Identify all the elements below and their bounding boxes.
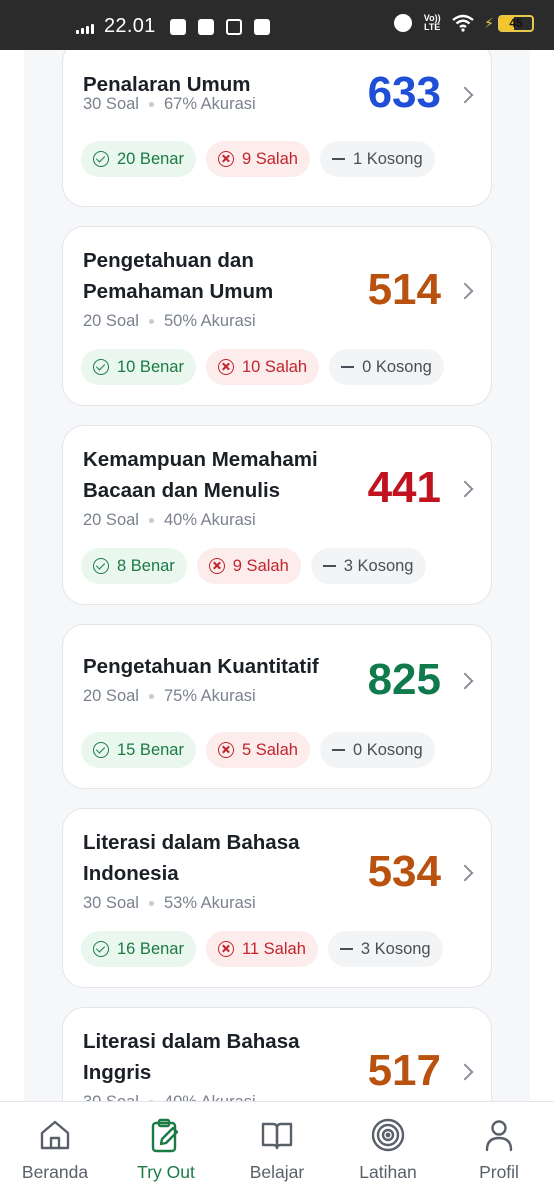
chevron-right-icon[interactable] xyxy=(456,282,474,300)
chevron-right-icon[interactable] xyxy=(456,480,474,498)
dash-icon xyxy=(339,948,353,950)
subtest-score: 825 xyxy=(367,655,441,704)
x-circle-icon xyxy=(208,558,225,574)
check-circle-icon xyxy=(93,359,109,375)
instagram-icon xyxy=(225,18,242,35)
results-list: Penalaran Umum 30 Soal 67% Akurasi 633 2… xyxy=(24,50,530,1101)
nav-belajar[interactable]: Belajar xyxy=(222,1102,332,1200)
gmail-icon xyxy=(169,18,186,35)
x-circle-icon xyxy=(217,151,234,167)
wrong-chip: 9 Salah xyxy=(205,141,310,177)
correct-chip: 16 Benar xyxy=(81,931,196,967)
correct-chip: 8 Benar xyxy=(81,548,187,584)
separator-dot xyxy=(148,319,154,324)
dash-icon xyxy=(322,565,336,567)
wrong-chip: 9 Salah xyxy=(196,548,301,584)
subtest-title: Literasi dalam Bahasa Inggris xyxy=(83,1030,300,1084)
battery-indicator: 45 xyxy=(498,14,534,32)
charging-icon: ⚡ xyxy=(484,14,494,31)
subtest-score: 441 xyxy=(367,463,441,512)
subtest-card[interactable]: Pengetahuan dan Pemahaman Umum 20 Soal 5… xyxy=(62,226,492,406)
user-icon xyxy=(485,1120,513,1152)
subtest-card[interactable]: Literasi dalam Bahasa Indonesia 30 Soal … xyxy=(62,808,492,988)
subtest-card[interactable]: Pengetahuan Kuantitatif 20 Soal 75% Akur… xyxy=(62,624,492,789)
empty-chip: 0 Kosong xyxy=(319,732,435,768)
book-icon xyxy=(261,1122,293,1150)
dash-icon xyxy=(331,749,345,751)
empty-chip: 1 Kosong xyxy=(319,141,435,177)
accuracy: 53% Akurasi xyxy=(163,894,256,912)
subtest-score: 633 xyxy=(367,68,441,117)
subtest-title: Kemampuan Memahami Bacaan dan Menulis xyxy=(83,448,318,502)
bottom-navigation: Beranda Try Out Belajar Latihan Profil xyxy=(0,1101,554,1200)
accuracy: 75% Akurasi xyxy=(163,687,256,705)
check-circle-icon xyxy=(93,742,109,758)
check-circle-icon xyxy=(93,151,109,167)
wrong-chip: 5 Salah xyxy=(205,732,310,768)
clipboard-edit-icon xyxy=(151,1118,179,1153)
separator-dot xyxy=(148,102,154,107)
empty-chip: 3 Kosong xyxy=(310,548,426,584)
chevron-right-icon[interactable] xyxy=(456,1063,474,1081)
separator-dot xyxy=(148,901,154,906)
wifi-icon xyxy=(452,14,474,32)
subtest-score: 514 xyxy=(367,265,441,314)
chevron-right-icon[interactable] xyxy=(456,864,474,882)
signal-icon xyxy=(76,20,94,34)
nav-beranda[interactable]: Beranda xyxy=(0,1102,110,1200)
check-circle-icon xyxy=(93,941,109,957)
question-count: 20 Soal xyxy=(83,687,139,705)
nav-latihan[interactable]: Latihan xyxy=(333,1102,443,1200)
correct-chip: 10 Benar xyxy=(81,349,196,385)
nav-try-out[interactable]: Try Out xyxy=(111,1102,221,1200)
correct-chip: 20 Benar xyxy=(81,141,196,177)
question-count: 30 Soal xyxy=(83,894,139,912)
subtest-card[interactable]: Literasi dalam Bahasa Inggris 30 Soal 40… xyxy=(62,1007,492,1101)
question-count: 30 Soal xyxy=(83,95,139,113)
subtest-card[interactable]: Kemampuan Memahami Bacaan dan Menulis 20… xyxy=(62,425,492,605)
subtest-card[interactable]: Penalaran Umum 30 Soal 67% Akurasi 633 2… xyxy=(62,50,492,207)
empty-chip: 3 Kosong xyxy=(327,931,443,967)
chevron-right-icon[interactable] xyxy=(456,672,474,690)
network-indicator: Vo)) LTE xyxy=(423,13,441,32)
check-circle-icon xyxy=(93,558,109,574)
subtest-score: 517 xyxy=(367,1046,441,1095)
chevron-right-icon[interactable] xyxy=(456,86,474,104)
status-bar: 22.01 Vo)) LTE ⚡ 45 xyxy=(0,0,554,50)
accuracy: 40% Akurasi xyxy=(163,511,256,529)
separator-dot xyxy=(148,518,154,523)
home-icon xyxy=(40,1120,70,1150)
target-icon xyxy=(371,1118,405,1152)
dash-icon xyxy=(331,158,345,160)
x-circle-icon xyxy=(217,359,234,375)
accuracy: 50% Akurasi xyxy=(163,312,256,330)
wrong-chip: 10 Salah xyxy=(205,349,320,385)
subtest-title: Pengetahuan Kuantitatif xyxy=(83,655,319,678)
nav-profil[interactable]: Profil xyxy=(444,1102,554,1200)
alarm-icon xyxy=(394,14,413,32)
subtest-title: Pengetahuan dan Pemahaman Umum xyxy=(83,249,274,303)
status-time: 22.01 xyxy=(104,15,156,37)
subtest-score: 534 xyxy=(367,847,441,896)
question-count: 20 Soal xyxy=(83,312,139,330)
app-icon xyxy=(197,18,214,35)
x-circle-icon xyxy=(217,742,234,758)
accuracy: 40% Akurasi xyxy=(164,1093,256,1101)
question-count: 20 Soal xyxy=(83,511,139,529)
empty-chip: 0 Kosong xyxy=(329,349,444,385)
separator-dot xyxy=(148,694,154,699)
correct-chip: 15 Benar xyxy=(81,732,196,768)
dash-icon xyxy=(341,366,355,368)
subtest-title: Literasi dalam Bahasa Indonesia xyxy=(83,831,300,885)
shop-icon xyxy=(253,18,270,35)
x-circle-icon xyxy=(217,941,234,957)
accuracy: 67% Akurasi xyxy=(163,95,256,113)
wrong-chip: 11 Salah xyxy=(205,931,318,967)
question-count: 30 Soal xyxy=(83,1093,139,1101)
